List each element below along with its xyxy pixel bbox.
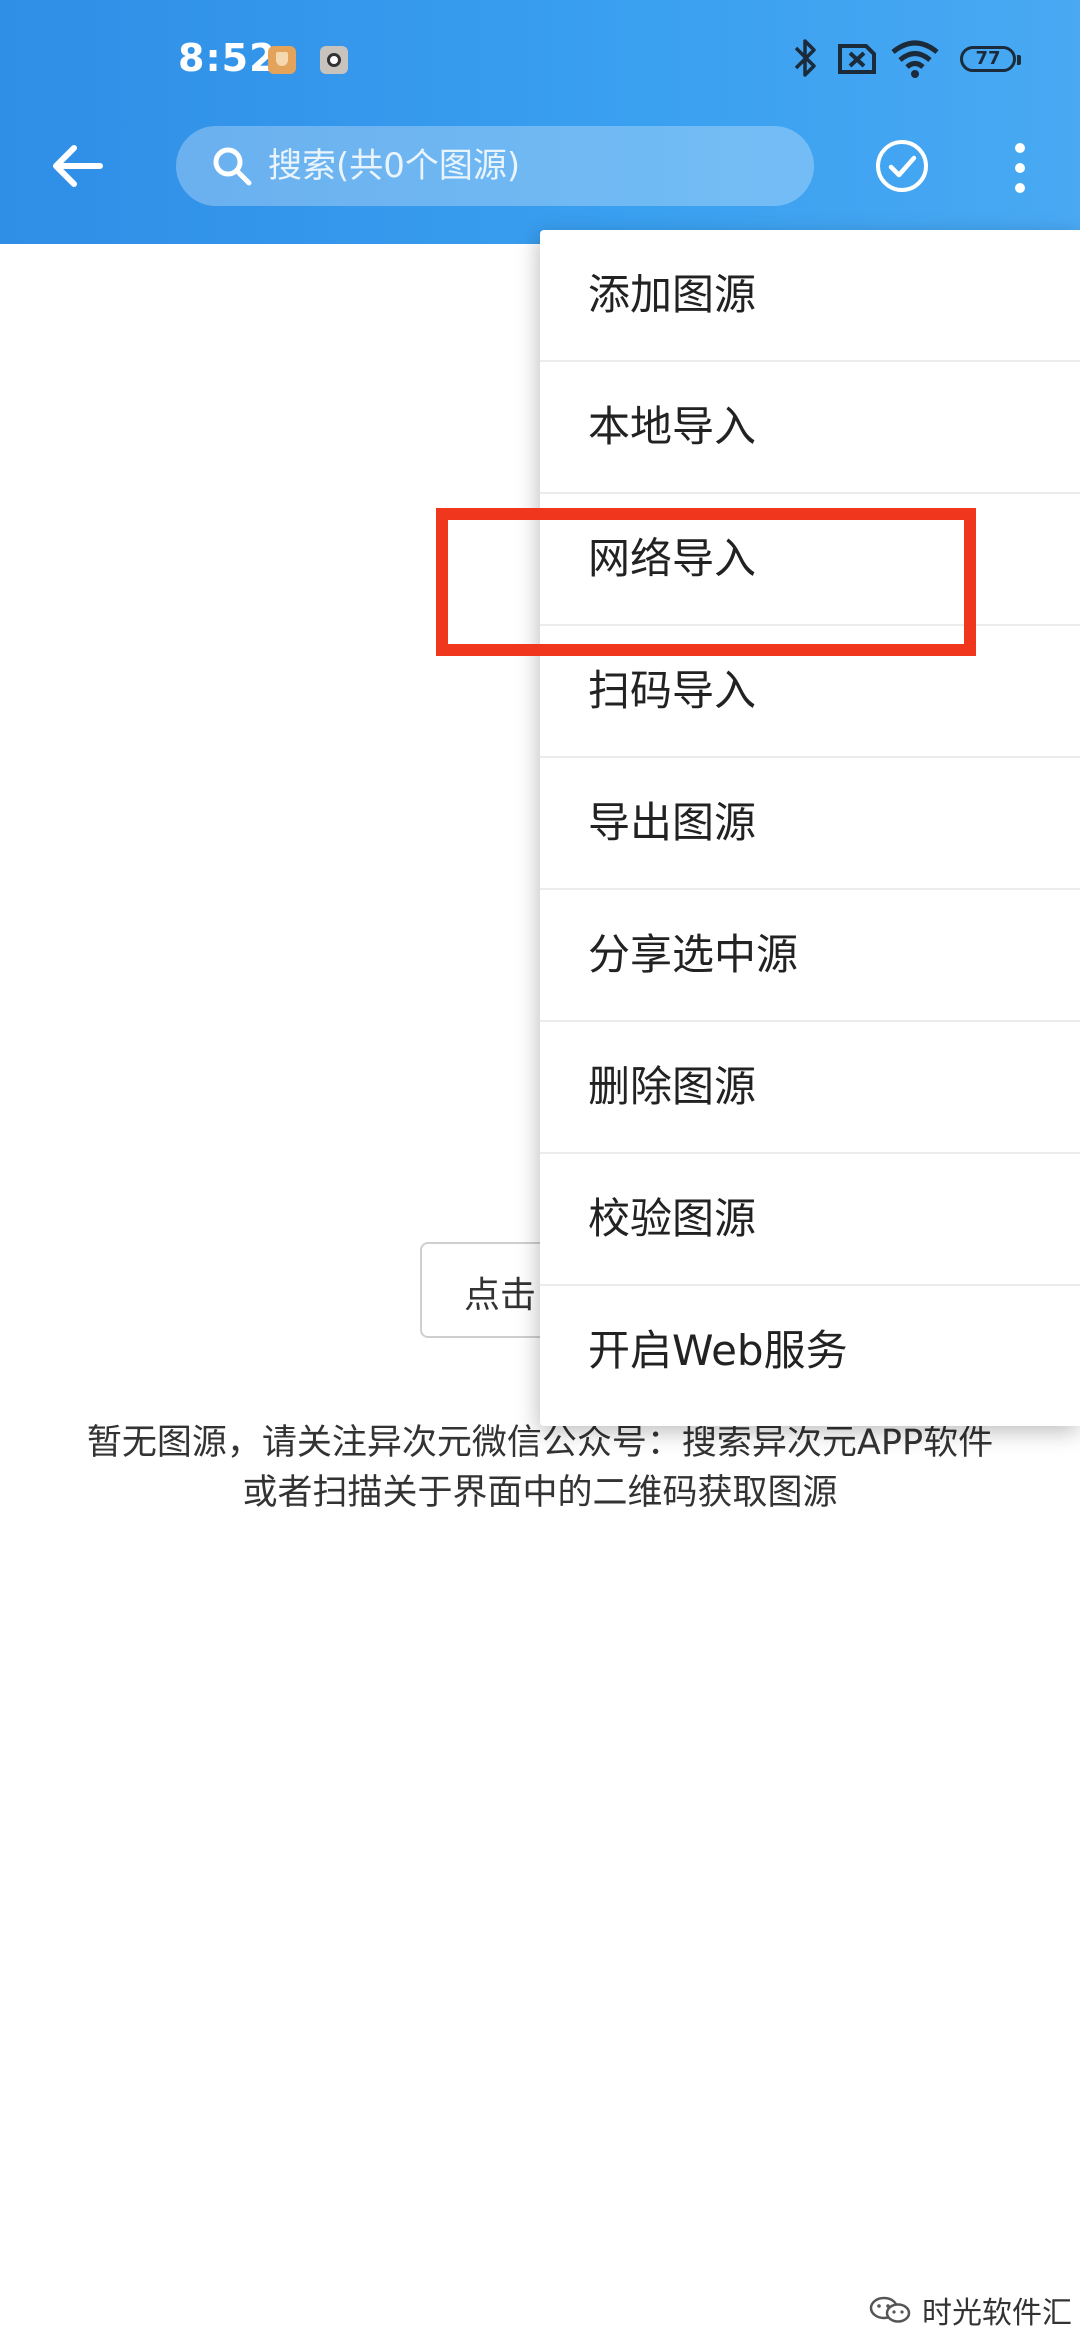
empty-state-button-label: 点击 — [464, 1275, 537, 1316]
more-vertical-icon[interactable] — [1006, 138, 1034, 198]
empty-state-message: 暂无图源，请关注异次元微信公众号：搜索异次元APP软件 或者扫描关于界面中的二维… — [20, 1418, 1060, 1518]
menu-item-share-selected[interactable]: 分享选中源 — [540, 890, 1080, 1022]
search-placeholder: 搜索(共0个图源) — [268, 146, 521, 186]
menu-item-local-import[interactable]: 本地导入 — [540, 362, 1080, 494]
menu-item-start-web-service[interactable]: 开启Web服务 — [540, 1286, 1080, 1418]
watermark-text: 时光软件汇 — [922, 2296, 1072, 2331]
shield-notification-icon — [268, 46, 296, 74]
wechat-logo-icon — [869, 2296, 911, 2323]
back-arrow-icon[interactable] — [48, 136, 108, 196]
search-icon — [213, 147, 252, 186]
watermark: 时光软件汇 — [868, 2290, 1072, 2331]
no-sim-icon — [838, 44, 876, 74]
status-time: 8:52 — [178, 36, 277, 80]
bluetooth-icon — [794, 39, 816, 77]
app-notification-icon — [320, 46, 348, 74]
menu-item-add-source[interactable]: 添加图源 — [540, 230, 1080, 362]
battery-icon: 77 — [960, 46, 1021, 72]
menu-item-verify-source[interactable]: 校验图源 — [540, 1154, 1080, 1286]
overflow-menu: 添加图源 本地导入 网络导入 扫码导入 导出图源 分享选中源 删除图源 校验图源… — [540, 230, 1080, 1426]
empty-message-line-2: 或者扫描关于界面中的二维码获取图源 — [242, 1473, 838, 1513]
check-circle-icon[interactable] — [872, 136, 932, 196]
app-bar: 8:52 77 搜索(共0个图源) — [0, 0, 1080, 244]
menu-item-export-source[interactable]: 导出图源 — [540, 758, 1080, 890]
search-input[interactable]: 搜索(共0个图源) — [176, 126, 814, 206]
wifi-icon — [891, 40, 939, 78]
highlight-box — [436, 508, 976, 656]
menu-item-delete-source[interactable]: 删除图源 — [540, 1022, 1080, 1154]
